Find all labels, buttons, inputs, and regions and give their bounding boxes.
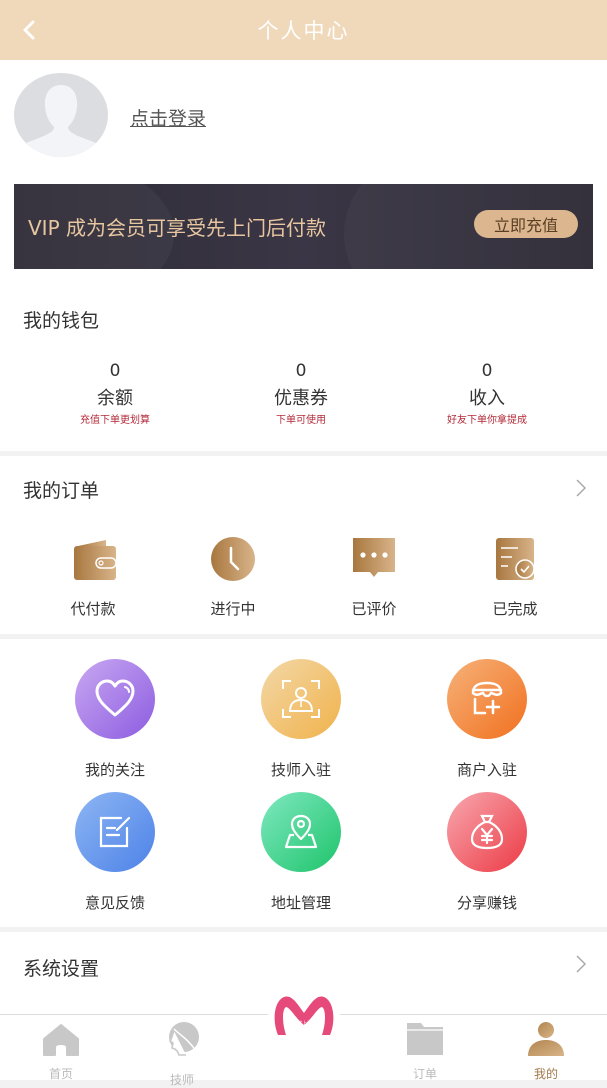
home-icon: [43, 1024, 79, 1056]
service-label: 技师入驻: [270, 761, 331, 779]
service-technician-join[interactable]: 技师入驻: [241, 659, 361, 780]
coupons-value: 0: [295, 361, 307, 381]
tab-technician[interactable]: 技师: [142, 1021, 222, 1088]
person-icon: [528, 1022, 564, 1056]
user-avatar-icon[interactable]: [14, 73, 108, 157]
page-title: 个人中心: [257, 19, 350, 43]
chevron-right-icon[interactable]: [575, 478, 587, 498]
brand-logo-icon: [274, 996, 334, 1035]
order-pending-payment[interactable]: 代付款: [43, 536, 143, 619]
tab-orders[interactable]: 订单: [385, 1021, 465, 1082]
coupons-label: 优惠券: [274, 388, 328, 409]
vip-section: VIP 成为会员可享受先上门后付款 立即充值: [0, 168, 607, 286]
coupons-hint: 下单可使用: [276, 415, 326, 426]
service-label: 意见反馈: [84, 894, 145, 912]
wallet-balance[interactable]: 0 余额 充值下单更划算: [15, 360, 215, 428]
tab-label: 首页: [48, 1067, 73, 1081]
order-reviewed[interactable]: 已评价: [324, 536, 424, 619]
clock-icon: [211, 537, 255, 581]
services-grid: 我的关注 技师入驻 商户入驻 意见反馈 地址管理 分享赚钱: [0, 639, 607, 927]
brand-logo[interactable]: 高端上门按摩: [268, 991, 340, 1039]
order-label: 进行中: [210, 600, 256, 618]
edit-note-icon: [75, 792, 155, 872]
balance-value: 0: [109, 361, 121, 381]
technician-head-icon: [168, 1022, 199, 1056]
service-label: 地址管理: [270, 894, 331, 912]
heart-icon: [75, 659, 155, 739]
money-bag-icon: [447, 792, 527, 872]
location-map-icon: [261, 792, 341, 872]
service-share-earn[interactable]: 分享赚钱: [427, 792, 547, 913]
tab-home[interactable]: 首页: [21, 1021, 101, 1082]
wallet-icon: [74, 540, 117, 580]
orders-section: 我的订单 代付款 进行中 已评价 已完成: [0, 456, 607, 634]
folder-icon: [407, 1023, 443, 1055]
balance-label: 余额: [97, 388, 133, 409]
store-add-icon: [447, 659, 527, 739]
order-label: 代付款: [70, 600, 116, 618]
orders-title[interactable]: 我的订单: [23, 476, 99, 503]
service-follow[interactable]: 我的关注: [55, 659, 175, 780]
tab-label: 我的: [533, 1067, 558, 1081]
service-merchant-join[interactable]: 商户入驻: [427, 659, 547, 780]
service-feedback[interactable]: 意见反馈: [55, 792, 175, 913]
profile-section: 点击登录: [0, 60, 607, 168]
vip-banner[interactable]: VIP 成为会员可享受先上门后付款 立即充值: [14, 184, 593, 269]
login-link[interactable]: 点击登录: [130, 104, 206, 131]
service-label: 我的关注: [84, 761, 145, 779]
order-in-progress[interactable]: 进行中: [183, 536, 283, 619]
income-label: 收入: [469, 388, 505, 409]
checklist-icon: [496, 538, 535, 580]
service-label: 分享赚钱: [456, 894, 517, 912]
balance-hint: 充值下单更划算: [80, 415, 150, 426]
vip-text: VIP 成为会员可享受先上门后付款: [28, 216, 326, 240]
chat-bubble-icon: [353, 538, 395, 577]
service-address[interactable]: 地址管理: [241, 792, 361, 913]
wallet-income[interactable]: 0 收入 好友下单你拿提成: [387, 360, 587, 428]
order-label: 已完成: [492, 600, 538, 618]
order-label: 已评价: [351, 600, 397, 618]
technician-icon: [261, 659, 341, 739]
settings-title: 系统设置: [23, 958, 100, 980]
wallet-section: 我的钱包 0 余额 充值下单更划算 0 优惠券 下单可使用 0 收入 好友下单你…: [0, 286, 607, 451]
wallet-title: 我的钱包: [23, 310, 100, 332]
recharge-button[interactable]: 立即充值: [474, 210, 578, 238]
order-completed[interactable]: 已完成: [465, 536, 565, 619]
chevron-right-icon[interactable]: [575, 954, 587, 974]
income-hint: 好友下单你拿提成: [447, 415, 527, 426]
income-value: 0: [481, 361, 493, 381]
logo-text: 高端上门按摩: [292, 1021, 323, 1027]
wallet-coupons[interactable]: 0 优惠券 下单可使用: [201, 360, 401, 428]
tab-label: 订单: [412, 1067, 437, 1081]
tab-mine[interactable]: 我的: [506, 1021, 586, 1082]
top-bar: 个人中心: [0, 0, 607, 60]
chevron-left-icon[interactable]: [18, 18, 42, 42]
service-label: 商户入驻: [456, 761, 517, 779]
